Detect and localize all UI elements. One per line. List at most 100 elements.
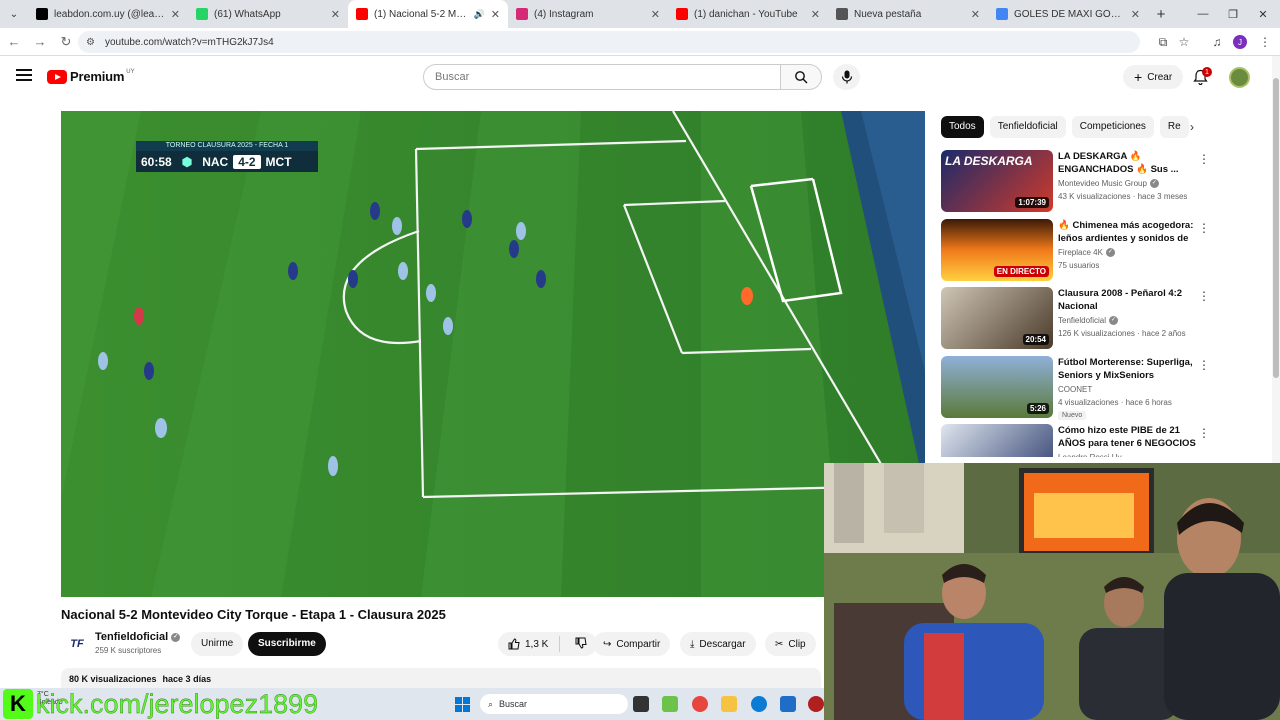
tab-close-icon[interactable]: ✕ [971,8,980,21]
site-info-icon[interactable]: ⚙ [86,37,95,48]
football-pitch [61,111,925,597]
recommendation-title[interactable]: Fútbol Morterense: Superliga, Seniors y … [1058,356,1198,382]
browser-tab[interactable]: GOLES DE MAXI GÓMEZ - Busc ✕ [988,0,1148,28]
video-thumbnail[interactable]: 5:26 [941,355,1053,418]
media-control-icon[interactable]: ♫ [1207,32,1227,52]
tab-close-icon[interactable]: ✕ [651,8,660,21]
recommendation-channel-text: Fireplace 4K [1058,247,1103,257]
close-window-icon[interactable]: ✕ [1248,0,1278,28]
copilot-icon[interactable] [662,696,678,712]
publish-date: hace 3 días [162,674,212,684]
video-thumbnail[interactable]: EN DIRECTO [941,218,1053,281]
share-button[interactable]: ↪ Compartir [593,632,671,656]
recommendation-channel[interactable]: Leandro Rossi Uy [1058,453,1122,457]
more-options-icon[interactable]: ⋮ [1198,221,1210,235]
filter-chip[interactable]: Tenfieldoficial [989,116,1066,138]
like-count: 1,3 K [525,638,549,650]
recommendation-channel[interactable]: Tenfieldoficial ✓ [1058,316,1119,326]
tab-search-icon[interactable]: ⌄ [0,0,28,28]
recommendation-item[interactable]: EN DIRECTO 🔥 Chimenea más acogedora: leño… [941,218,1211,281]
tab-close-icon[interactable]: ✕ [171,8,180,21]
tab-close-icon[interactable]: ✕ [491,8,500,21]
scrollbar-thumb[interactable] [1273,78,1279,378]
browser-tab[interactable]: (1) Nacional 5-2 Montevideo 🔊 ✕ [348,0,508,28]
search-input[interactable]: Buscar [423,64,781,90]
restore-icon[interactable]: ❐ [1218,0,1248,28]
store-icon[interactable] [780,696,796,712]
create-button[interactable]: + Crear [1123,65,1184,89]
recommendation-channel[interactable]: Montevideo Music Group ✓ [1058,179,1159,189]
scorebug: TORNEO CLAUSURA 2025 - FECHA 1 60:58 ⬢ N… [136,141,318,174]
recommendation-title[interactable]: Clausura 2008 - Peñarol 4:2 Nacional [1058,287,1198,313]
file-explorer-icon[interactable] [721,696,737,712]
download-button[interactable]: ⤓ Descargar [680,632,756,656]
channel-name-text: Tenfieldoficial [95,631,169,643]
voice-search-button[interactable] [833,64,860,90]
taskbar-search[interactable]: ⌕ Buscar [480,694,628,714]
edge-icon[interactable] [751,696,767,712]
channel-avatar[interactable]: TF [65,632,89,656]
video-thumbnail[interactable]: LA DESKARGA 1:07:39 [941,150,1053,212]
reload-icon[interactable]: ↻ [54,30,78,54]
new-tab-button[interactable]: + [1148,0,1174,28]
app-icon[interactable] [808,696,824,712]
recommendation-channel[interactable]: Fireplace 4K ✓ [1058,248,1115,257]
profile-icon[interactable]: J [1230,32,1250,52]
recommendation-item[interactable]: 20:54 Clausura 2008 - Peñarol 4:2 Naciona… [941,287,1211,349]
video-title: Nacional 5-2 Montevideo City Torque - Et… [61,607,446,622]
tab-close-icon[interactable]: ✕ [1131,8,1140,21]
chrome-icon[interactable] [692,696,708,712]
video-thumbnail[interactable]: 20:54 [941,287,1053,349]
video-player[interactable]: TORNEO CLAUSURA 2025 - FECHA 1 60:58 ⬢ N… [61,111,925,597]
windows-start-icon[interactable] [455,697,470,712]
more-options-icon[interactable]: ⋮ [1198,426,1210,440]
subscriber-count: 259 K suscriptores [95,646,162,655]
bookmark-star-icon[interactable]: ☆ [1174,32,1194,52]
browser-tab[interactable]: (61) WhatsApp ✕ [188,0,348,28]
download-icon: ⤓ [690,638,695,650]
subscribe-button[interactable]: Suscribirme [248,632,326,656]
channel-name[interactable]: Tenfieldoficial ✓ [95,631,181,643]
recommendation-item[interactable]: LA DESKARGA 1:07:39 LA DESKARGA 🔥 ENGANCHA… [941,150,1211,212]
filter-chips: Todos Tenfieldoficial Competiciones Re [941,116,1189,138]
menu-icon[interactable] [16,69,32,81]
scorebug-home: NAC [202,154,229,169]
browser-menu-icon[interactable]: ⋮ [1255,32,1275,52]
url-input[interactable]: ⚙ youtube.com/watch?v=mTHG2kJ7Js4 [78,31,1140,53]
recommendation-title[interactable]: Cómo hizo este PIBE de 21 AÑOS para tene… [1058,424,1198,450]
more-options-icon[interactable]: ⋮ [1198,289,1210,303]
filter-chip[interactable]: Todos [941,116,984,138]
chevron-right-icon[interactable]: › [1183,118,1201,136]
verified-icon: ✓ [171,632,181,642]
browser-tab[interactable]: (1) danichan - YouTube ✕ [668,0,828,28]
like-button[interactable]: 1,3 K [508,638,548,650]
forward-icon[interactable]: → [28,30,52,54]
account-avatar[interactable] [1229,67,1250,88]
audio-icon[interactable]: 🔊 [474,9,485,20]
tab-close-icon[interactable]: ✕ [331,8,340,21]
recommendation-title[interactable]: LA DESKARGA 🔥 ENGANCHADOS 🔥 Sus ... [1058,150,1198,176]
back-icon[interactable]: ← [2,30,26,54]
youtube-logo[interactable]: Premium UY [47,69,135,84]
thumbs-up-icon [508,638,520,650]
recommendation-title[interactable]: 🔥 Chimenea más acogedora: leños ardiente… [1058,219,1198,245]
search-button[interactable] [780,64,822,90]
recommendation-item[interactable]: 5:26 Fútbol Morterense: Superliga, Senior… [941,355,1211,420]
install-app-icon[interactable]: ⧉ [1153,32,1173,52]
browser-tab[interactable]: leabdon.com.uy (@leabdon) / X ✕ [28,0,188,28]
browser-tab[interactable]: Nueva pestaña ✕ [828,0,988,28]
page-scrollbar[interactable] [1272,56,1280,466]
filter-chip[interactable]: Competiciones [1071,116,1154,138]
recommendation-channel[interactable]: COONET [1058,385,1092,394]
clip-button[interactable]: ✂ Clip [765,632,816,656]
video-thumbnail[interactable] [941,424,1053,457]
recommendation-meta: 4 visualizaciones · hace 6 horas [1058,397,1172,407]
join-button[interactable]: Unirme [191,632,244,656]
minimize-icon[interactable]: — [1188,0,1218,28]
more-options-icon[interactable]: ⋮ [1198,152,1210,166]
more-options-icon[interactable]: ⋮ [1198,358,1210,372]
task-view-icon[interactable] [633,696,649,712]
recommendation-item[interactable]: Cómo hizo este PIBE de 21 AÑOS para tene… [941,424,1211,457]
browser-tab[interactable]: (4) Instagram ✕ [508,0,668,28]
tab-close-icon[interactable]: ✕ [811,8,820,21]
